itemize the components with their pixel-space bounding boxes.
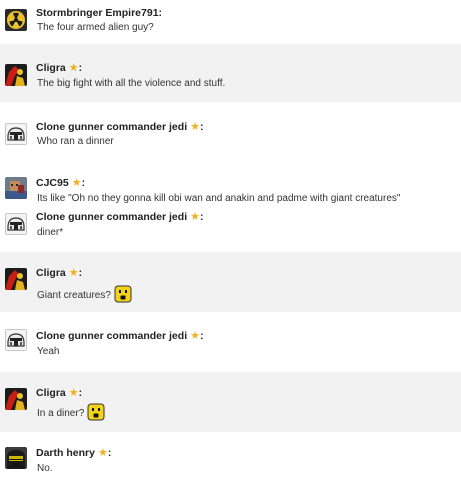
chat-message: Cligra ★: The big fight with all the viol… (0, 44, 461, 102)
username-text: Clone gunner commander jedi (36, 211, 188, 223)
chat-message: Cligra ★: Giant creatures? (0, 252, 461, 312)
message-username[interactable]: Clone gunner commander jedi ★: (36, 121, 203, 134)
clone-helmet-avatar-icon[interactable] (5, 123, 27, 145)
star-icon: ★ (190, 211, 200, 223)
red-figure-avatar-icon[interactable] (5, 268, 27, 290)
star-icon: ★ (190, 121, 200, 133)
chat-message: Clone gunner commander jedi ★: Who ran a … (0, 102, 461, 162)
message-text: The big fight with all the violence and … (37, 78, 226, 89)
chat-message: Stormbringer Empire791: The four armed a… (0, 0, 461, 44)
chat-message: Clone gunner commander jedi ★: Yeah (0, 312, 461, 372)
star-icon: ★ (97, 447, 108, 459)
message-text: diner* (37, 227, 64, 238)
message-username[interactable]: Clone gunner commander jedi ★: (36, 330, 203, 343)
username-text: Clone gunner commander jedi (36, 330, 188, 342)
message-text-content: In a diner? (37, 408, 85, 419)
message-username[interactable]: Cligra ★: (36, 62, 82, 75)
message-text: In a diner? (37, 403, 105, 421)
star-icon: ★ (190, 330, 200, 342)
star-icon: ★ (68, 62, 79, 74)
username-colon: : (199, 211, 204, 223)
username-text: Cligra (36, 267, 66, 279)
username-colon: : (81, 177, 86, 189)
username-text: Stormbringer Empire791 (36, 7, 159, 19)
message-text: Giant creatures? (37, 285, 132, 303)
message-username[interactable]: Cligra ★: (36, 387, 82, 400)
message-text: Who ran a dinner (37, 136, 114, 147)
message-username[interactable]: Cligra ★: (36, 267, 82, 280)
hazard-avatar-icon[interactable] (5, 9, 27, 31)
message-text: Yeah (37, 346, 60, 357)
username-text: Clone gunner commander jedi (36, 121, 188, 133)
message-username[interactable]: Stormbringer Empire791: (36, 7, 162, 20)
message-text: Its like "Oh no they gonna kill obi wan … (37, 193, 401, 204)
username-colon: : (199, 330, 204, 342)
star-icon: ★ (71, 177, 82, 189)
clone-helmet-avatar-icon[interactable] (5, 329, 27, 351)
username-text: Cligra (36, 387, 66, 399)
username-text: CJC95 (36, 177, 69, 189)
message-text: No. (37, 463, 53, 474)
minifig-avatar-icon[interactable] (5, 177, 27, 199)
message-text: The four armed alien guy? (37, 22, 154, 33)
username-text: Darth henry (36, 447, 95, 459)
chat-message: Darth henry ★: No. (0, 432, 461, 480)
shocked-face-icon (87, 403, 105, 421)
chat-message: CJC95 ★: Its like "Oh no they gonna kill … (0, 162, 461, 208)
star-icon: ★ (68, 267, 79, 279)
star-icon: ★ (68, 387, 79, 399)
username-colon: : (78, 387, 83, 399)
dark-helmet-avatar-icon[interactable] (5, 447, 27, 469)
chat-message: Cligra ★: In a diner? (0, 372, 461, 432)
username-text: Cligra (36, 62, 66, 74)
clone-helmet-avatar-icon[interactable] (5, 213, 27, 235)
shocked-face-icon (114, 285, 132, 303)
username-colon: : (78, 62, 83, 74)
chat-message: Clone gunner commander jedi ★: diner* (0, 208, 461, 252)
chat-log: Stormbringer Empire791: The four armed a… (0, 0, 461, 480)
username-colon: : (158, 7, 163, 19)
message-username[interactable]: Darth henry ★: (36, 447, 111, 460)
message-text-content: Giant creatures? (37, 290, 111, 301)
username-colon: : (107, 447, 112, 459)
red-figure-avatar-icon[interactable] (5, 388, 27, 410)
message-username[interactable]: Clone gunner commander jedi ★: (36, 211, 203, 224)
red-figure-avatar-icon[interactable] (5, 64, 27, 86)
username-colon: : (78, 267, 83, 279)
username-colon: : (199, 121, 204, 133)
message-username[interactable]: CJC95 ★: (36, 177, 85, 190)
